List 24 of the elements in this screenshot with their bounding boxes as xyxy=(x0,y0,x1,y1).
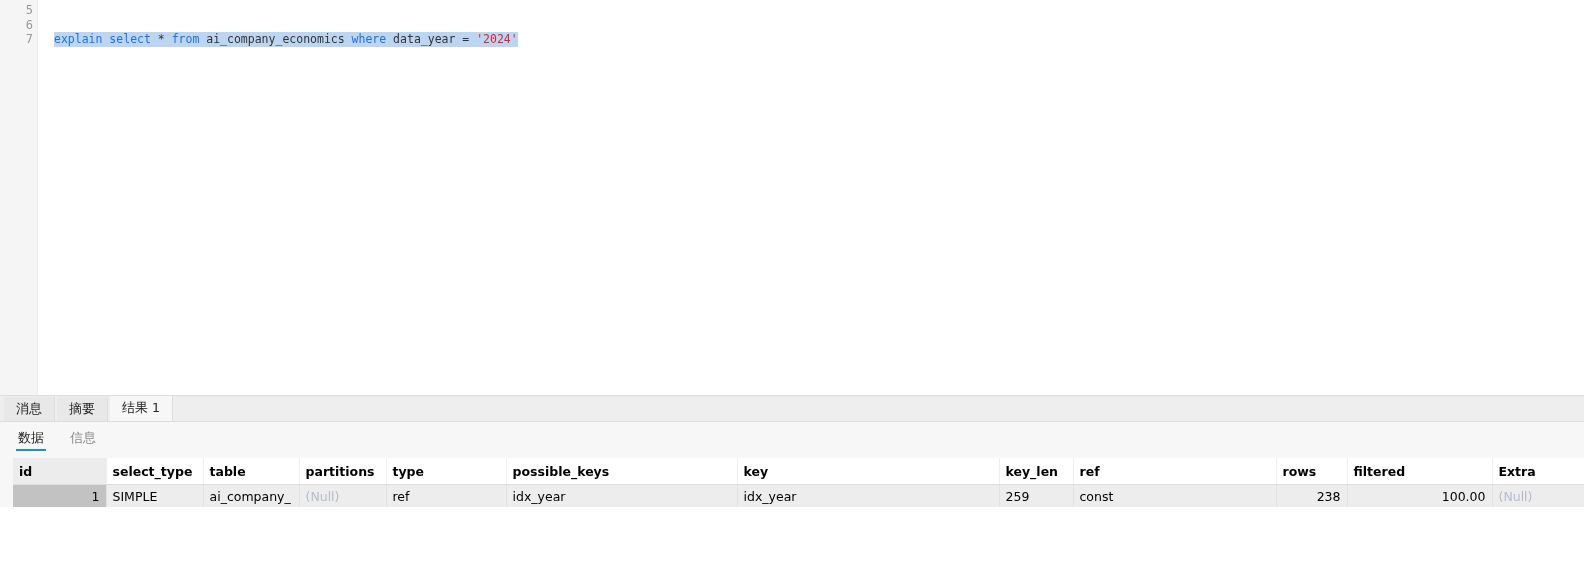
column-header[interactable]: ref xyxy=(1073,458,1276,485)
column-header[interactable]: rows xyxy=(1276,458,1347,485)
view-tab[interactable]: 信息 xyxy=(68,428,98,451)
table-cell: const xyxy=(1073,484,1276,507)
column-header[interactable]: select_type xyxy=(106,458,203,485)
column-header[interactable]: type xyxy=(386,458,506,485)
table-cell: idx_year xyxy=(506,484,737,507)
line-number: 7 xyxy=(24,32,34,47)
result-tab[interactable]: 摘要 xyxy=(57,397,108,421)
line-number: 5 xyxy=(24,3,34,18)
column-header[interactable]: filtered xyxy=(1347,458,1492,485)
column-header[interactable]: partitions xyxy=(299,458,386,485)
result-tab[interactable]: 结果 1 xyxy=(110,396,173,421)
table-cell: idx_year xyxy=(737,484,999,507)
column-header[interactable]: key xyxy=(737,458,999,485)
column-header[interactable]: Extra xyxy=(1492,458,1584,485)
result-tab[interactable]: 消息 xyxy=(4,397,55,421)
column-header[interactable]: possible_keys xyxy=(506,458,737,485)
table-cell: 100.00 xyxy=(1347,484,1492,507)
row-id-cell[interactable]: 1 xyxy=(13,484,106,507)
column-header[interactable]: key_len xyxy=(999,458,1073,485)
line-number: 6 xyxy=(24,17,34,33)
column-header[interactable]: id xyxy=(13,458,106,485)
column-header[interactable]: table xyxy=(203,458,299,485)
